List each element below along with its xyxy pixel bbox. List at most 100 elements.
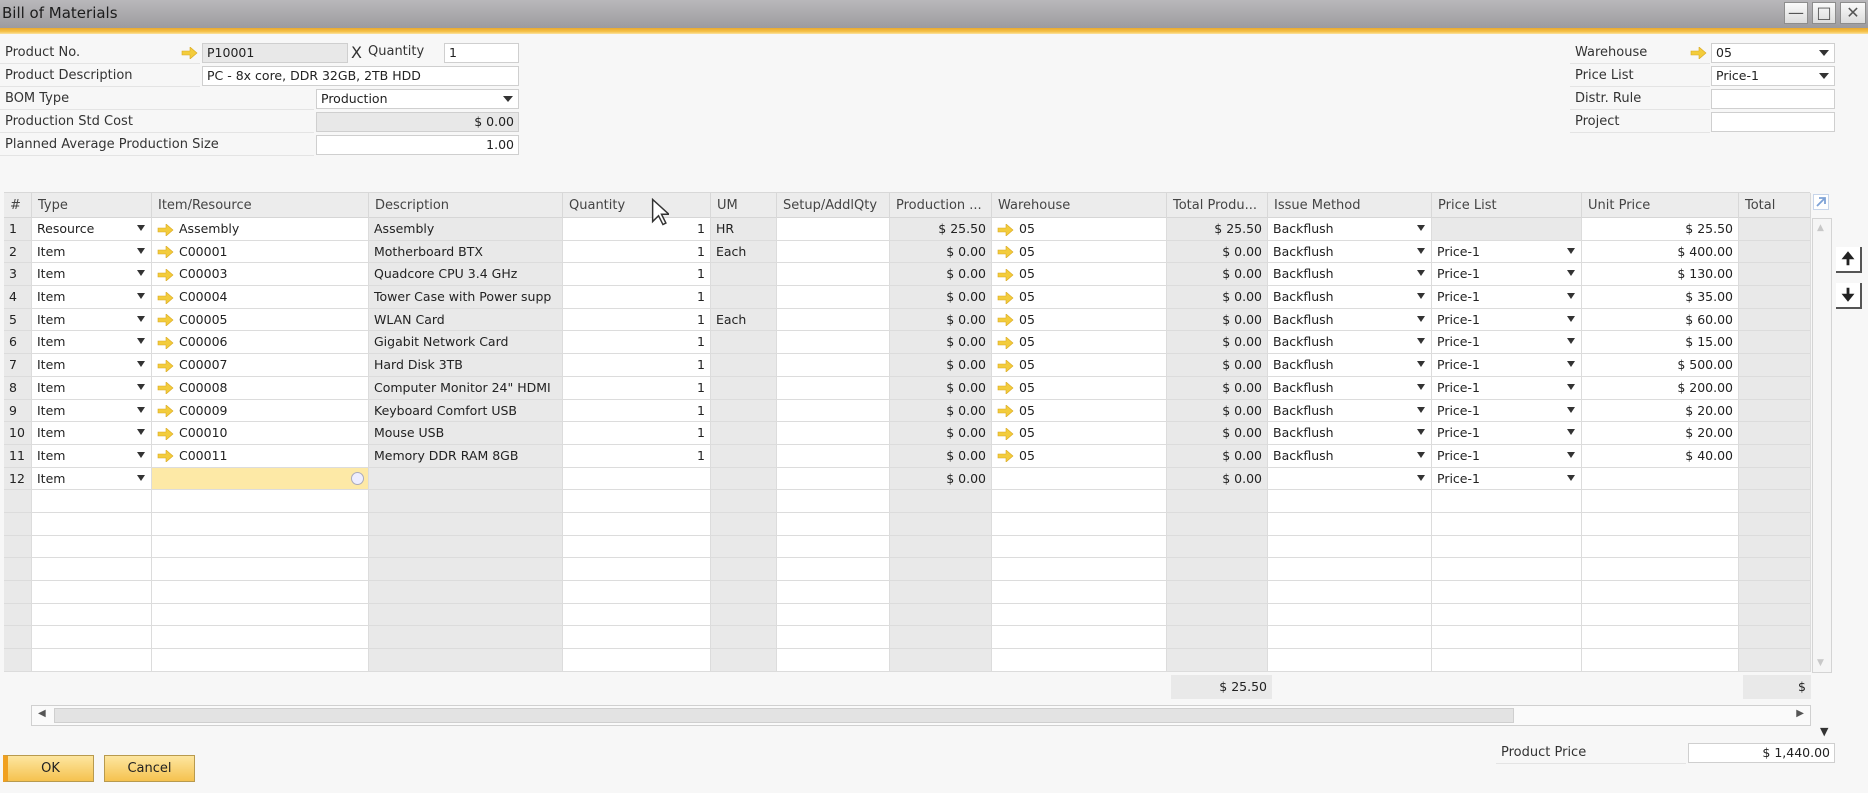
cell-type[interactable]: Resource	[32, 218, 152, 241]
cell-qty[interactable]: 1	[563, 376, 711, 400]
chevron-down-icon[interactable]	[1567, 338, 1575, 345]
table-row[interactable]: 6 Item C00006 Gigabit Network Card 1 $ 0.00 05…	[4, 331, 1811, 355]
cell-unit[interactable]: $ 400.00	[1582, 240, 1739, 264]
cell-issue[interactable]	[1268, 581, 1432, 604]
table-row[interactable]: 8 Item C00008 Computer Monitor 24" HDMI 1 $ 0…	[4, 376, 1811, 400]
cell-wh[interactable]: 05	[992, 399, 1167, 423]
table-row[interactable]: 5 Item C00005 WLAN Card 1 Each $ 0.00 05 $ 0.00 B…	[4, 308, 1811, 332]
cell-qty[interactable]: 1	[563, 308, 711, 332]
link-arrow-icon[interactable]	[157, 382, 174, 395]
chevron-down-icon[interactable]	[1567, 429, 1575, 436]
cell-setup[interactable]	[777, 263, 890, 287]
cell-type[interactable]: Item	[32, 467, 152, 491]
cell-wh[interactable]	[992, 467, 1167, 491]
cell-pricelist[interactable]	[1432, 512, 1582, 536]
table-row[interactable]: 9 Item C00009 Keyboard Comfort USB 1 $ 0.00 05…	[4, 399, 1811, 423]
empty-table-row[interactable]	[4, 490, 1811, 513]
chevron-down-icon[interactable]	[1417, 225, 1425, 231]
cell-setup[interactable]	[777, 603, 890, 627]
link-arrow-icon[interactable]	[157, 336, 174, 349]
cell-unit[interactable]	[1582, 467, 1739, 491]
empty-table-row[interactable]	[4, 558, 1811, 581]
cell-unit[interactable]: $ 130.00	[1582, 263, 1739, 287]
column-header-total[interactable]: Total	[1739, 193, 1811, 218]
chevron-down-icon[interactable]	[1417, 406, 1425, 413]
cell-wh[interactable]	[992, 649, 1167, 672]
link-arrow-icon[interactable]	[997, 405, 1014, 417]
cell-issue[interactable]: Backflush	[1268, 354, 1432, 377]
cell-qty[interactable]: 1	[563, 399, 711, 423]
cell-type[interactable]	[32, 626, 152, 650]
cell-issue[interactable]	[1268, 626, 1432, 650]
link-arrow-icon[interactable]	[997, 291, 1014, 304]
cell-pricelist[interactable]: Price-1	[1432, 444, 1582, 468]
cell-item[interactable]: C00005	[152, 308, 369, 332]
empty-table-row[interactable]	[4, 535, 1811, 559]
cell-unit[interactable]: $ 15.00	[1582, 331, 1739, 355]
cell-pricelist[interactable]: Price-1	[1432, 308, 1582, 332]
chevron-down-icon[interactable]	[137, 474, 145, 481]
column-header-wh[interactable]: Warehouse	[992, 193, 1167, 218]
cell-setup[interactable]	[777, 376, 890, 400]
cell-item[interactable]	[152, 535, 369, 559]
chevron-down-icon[interactable]	[1417, 429, 1425, 436]
cell-pricelist[interactable]	[1432, 218, 1582, 241]
cell-setup[interactable]	[777, 512, 890, 536]
cell-type[interactable]	[32, 558, 152, 581]
price-list-select[interactable]: Price-1	[1711, 66, 1835, 86]
empty-table-row[interactable]	[4, 626, 1811, 650]
cell-unit[interactable]: $ 20.00	[1582, 399, 1739, 423]
link-arrow-icon[interactable]	[157, 359, 174, 372]
chevron-down-icon[interactable]	[137, 293, 145, 300]
cell-item[interactable]: C00010	[152, 422, 369, 445]
chevron-down-icon[interactable]	[1567, 383, 1575, 390]
cell-pricelist[interactable]: Price-1	[1432, 376, 1582, 400]
cell-unit[interactable]	[1582, 649, 1739, 672]
empty-table-row[interactable]	[4, 581, 1811, 604]
chevron-down-icon[interactable]	[1417, 474, 1425, 481]
link-arrow-icon[interactable]	[997, 427, 1014, 440]
collapse-toggle-icon[interactable]: ▼	[1820, 725, 1828, 738]
cell-unit[interactable]: $ 200.00	[1582, 376, 1739, 400]
column-header-prod[interactable]: Production ...	[890, 193, 992, 218]
cell-item[interactable]	[152, 649, 369, 672]
cell-type[interactable]: Item	[32, 331, 152, 355]
cell-issue[interactable]: Backflush	[1268, 331, 1432, 355]
chevron-down-icon[interactable]	[137, 338, 145, 345]
cell-qty[interactable]: 1	[563, 422, 711, 445]
cell-setup[interactable]	[777, 467, 890, 491]
cell-qty[interactable]	[563, 603, 711, 627]
link-arrow-icon[interactable]	[157, 427, 174, 440]
cell-pricelist[interactable]	[1432, 535, 1582, 559]
cell-item[interactable]: C00009	[152, 399, 369, 423]
chevron-down-icon[interactable]	[1567, 406, 1575, 413]
cell-unit[interactable]: $ 40.00	[1582, 444, 1739, 468]
cell-qty[interactable]: 1	[563, 354, 711, 377]
cell-qty[interactable]: 1	[563, 240, 711, 264]
cell-pricelist[interactable]	[1432, 603, 1582, 627]
link-arrow-icon[interactable]	[997, 336, 1014, 349]
cell-item[interactable]: C00011	[152, 444, 369, 468]
column-header-item[interactable]: Item/Resource	[152, 193, 369, 218]
cell-pricelist[interactable]: Price-1	[1432, 263, 1582, 287]
cell-setup[interactable]	[777, 422, 890, 445]
chevron-down-icon[interactable]	[1567, 247, 1575, 254]
chevron-down-icon[interactable]	[137, 225, 145, 231]
cell-setup[interactable]	[777, 308, 890, 332]
link-arrow-icon[interactable]	[157, 450, 174, 463]
project-input[interactable]	[1711, 112, 1835, 132]
cell-unit[interactable]	[1582, 558, 1739, 581]
minimize-button[interactable]: —	[1784, 2, 1808, 24]
cell-setup[interactable]	[777, 558, 890, 581]
cell-unit[interactable]	[1582, 490, 1739, 513]
link-arrow-icon[interactable]	[1690, 47, 1707, 59]
cell-type[interactable]	[32, 649, 152, 672]
chevron-down-icon[interactable]	[1417, 247, 1425, 254]
cell-wh[interactable]	[992, 490, 1167, 513]
chevron-down-icon[interactable]	[137, 315, 145, 322]
cell-wh[interactable]	[992, 603, 1167, 627]
cell-pricelist[interactable]: Price-1	[1432, 240, 1582, 264]
link-arrow-icon[interactable]	[997, 314, 1014, 327]
table-row[interactable]: 2 Item C00001 Motherboard BTX 1 Each $ 0.00 05 $…	[4, 240, 1811, 264]
link-arrow-icon[interactable]	[997, 382, 1014, 395]
